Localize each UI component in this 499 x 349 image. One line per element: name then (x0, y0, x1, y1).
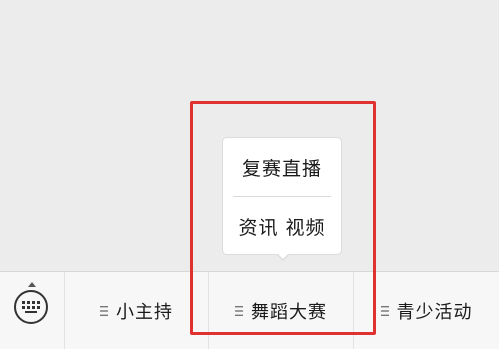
submenu-item-news-video[interactable]: 资讯 视频 (223, 197, 341, 255)
list-lines-icon (380, 300, 389, 321)
caret-up-icon (28, 282, 36, 287)
list-lines-icon (235, 300, 243, 321)
menu-item-label: 青少活动 (396, 301, 473, 323)
custom-menu-bar: 小主持 舞蹈大赛 青少活动 (0, 271, 499, 349)
submenu-item-rematch-live[interactable]: 复赛直播 (223, 138, 341, 196)
menu-item-dance-contest[interactable]: 舞蹈大赛 (209, 272, 354, 349)
submenu-arrow-fill (277, 253, 289, 259)
menu-item-youth-activities[interactable]: 青少活动 (354, 272, 499, 349)
submenu-popup: 复赛直播 资讯 视频 (222, 137, 342, 255)
list-lines-icon (100, 300, 108, 321)
keyboard-icon (14, 290, 48, 324)
menu-item-host[interactable]: 小主持 (65, 272, 209, 349)
menu-item-label: 小主持 (116, 301, 173, 323)
keyboard-toggle-button[interactable] (0, 272, 65, 349)
menu-item-label: 舞蹈大赛 (251, 301, 327, 323)
